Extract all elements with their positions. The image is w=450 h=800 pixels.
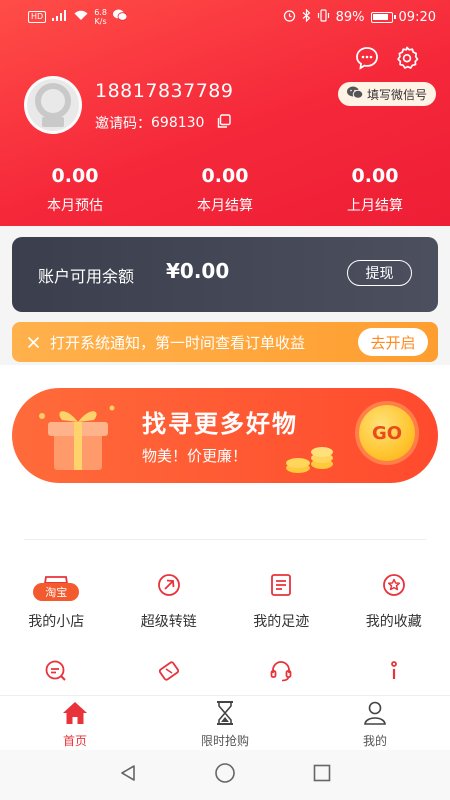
clock-time: 09:20	[398, 9, 436, 25]
invite-code-row: 邀请码： 698130	[95, 113, 232, 133]
info-icon	[374, 651, 414, 691]
fill-wechat-button[interactable]: 填写微信号	[338, 82, 436, 106]
invite-label: 邀请码：	[95, 116, 151, 132]
bluetooth-icon	[302, 8, 311, 26]
notice-text: 打开系统通知，第一时间查看订单收益	[50, 333, 306, 352]
favorite-star-icon	[374, 565, 414, 605]
bottom-tab-bar: 首页 限时抢购 我的	[0, 695, 450, 750]
banner-subtitle: 物美！价更廉！	[142, 447, 248, 465]
shop-icon: 淘宝	[33, 565, 80, 605]
signal-icon	[52, 9, 68, 25]
coins-icon	[284, 440, 344, 480]
battery-icon	[370, 11, 396, 23]
home-circle-icon[interactable]	[214, 762, 236, 788]
app-screen: HD 6.8 K/s 89% 09:20 填写微信号 18817837789 邀…	[0, 0, 450, 800]
grid-item-customer-service[interactable]	[225, 651, 338, 691]
stat-value: 0.00	[201, 165, 249, 187]
invite-code: 698130	[151, 115, 205, 131]
go-button[interactable]: GO	[359, 405, 415, 461]
wifi-icon	[74, 10, 88, 25]
recents-square-icon[interactable]	[312, 763, 332, 787]
divider	[24, 539, 426, 540]
grid-label: 超级转链	[140, 614, 197, 630]
grid-label: 我的小店	[28, 614, 85, 630]
system-nav-bar	[0, 750, 450, 800]
notification-banner: 打开系统通知，第一时间查看订单收益 去开启	[12, 322, 438, 362]
grid-item-info[interactable]	[338, 651, 450, 691]
grid-item-my-shop[interactable]: 淘宝 我的小店	[0, 565, 113, 631]
feature-grid-row-2	[0, 651, 450, 691]
hd-badge: HD	[28, 11, 47, 23]
grid-item-footprint[interactable]: 我的足迹	[225, 565, 338, 631]
coupon-tag-icon	[149, 651, 189, 691]
grid-label: 我的收藏	[365, 614, 422, 630]
stat-last-month-settled[interactable]: 0.00 上月结算	[300, 165, 450, 215]
stat-label: 上月结算	[347, 198, 403, 214]
tab-flash-sale[interactable]: 限时抢购	[150, 696, 300, 750]
close-icon[interactable]	[24, 333, 42, 351]
user-phone: 18817837789	[95, 80, 234, 102]
balance-label: 账户可用余额	[38, 267, 135, 286]
promo-banner[interactable]: 找寻更多好物 物美！价更廉！ GO	[12, 388, 438, 483]
message-icon[interactable]	[352, 43, 382, 73]
grid-item-super-link[interactable]: 超级转链	[113, 565, 226, 631]
link-convert-icon	[149, 565, 189, 605]
balance-value: ¥0.00	[166, 259, 230, 283]
stat-label: 本月预估	[47, 198, 103, 214]
tab-mine[interactable]: 我的	[300, 696, 450, 750]
balance-card: 账户可用余额 ¥0.00 提现	[12, 237, 438, 312]
banner-title: 找寻更多好物	[142, 410, 298, 438]
copy-icon[interactable]	[216, 113, 232, 133]
main-content: 找寻更多好物 物美！价更廉！ GO 淘宝 我的小店 超级转链 我的足迹 我的收藏	[0, 365, 450, 695]
gift-box-icon	[32, 396, 122, 480]
status-bar: HD 6.8 K/s 89% 09:20	[0, 0, 450, 34]
vibrate-icon	[317, 8, 330, 26]
hourglass-icon	[213, 700, 237, 730]
profile-header: HD 6.8 K/s 89% 09:20 填写微信号 18817837789 邀…	[0, 0, 450, 226]
net-speed: 6.8 K/s	[94, 8, 107, 26]
alarm-icon	[283, 9, 296, 26]
chat-search-icon	[36, 651, 76, 691]
earnings-stats: 0.00 本月预估 0.00 本月结算 0.00 上月结算	[0, 165, 450, 215]
tab-label: 限时抢购	[200, 734, 249, 748]
grid-item-chat-search[interactable]	[0, 651, 113, 691]
avatar[interactable]	[24, 76, 82, 134]
wechat-notify-icon	[112, 9, 128, 25]
stat-this-month-estimate[interactable]: 0.00 本月预估	[0, 165, 150, 215]
grid-item-favorites[interactable]: 我的收藏	[338, 565, 450, 631]
stat-label: 本月结算	[197, 198, 253, 214]
tab-label: 我的	[362, 734, 387, 748]
feature-grid-row-1: 淘宝 我的小店 超级转链 我的足迹 我的收藏	[0, 565, 450, 631]
grid-label: 我的足迹	[253, 614, 310, 630]
stat-value: 0.00	[51, 165, 99, 187]
stat-value: 0.00	[351, 165, 399, 187]
user-icon	[363, 700, 387, 730]
footprint-icon	[261, 565, 301, 605]
home-icon	[61, 700, 89, 730]
fill-wechat-label: 填写微信号	[366, 87, 427, 102]
battery-percent: 89%	[335, 9, 365, 25]
back-icon[interactable]	[118, 763, 138, 787]
enable-notification-button[interactable]: 去开启	[358, 328, 428, 356]
settings-gear-icon[interactable]	[392, 43, 422, 73]
taobao-tag: 淘宝	[33, 583, 80, 601]
stat-this-month-settled[interactable]: 0.00 本月结算	[150, 165, 300, 215]
headset-icon	[261, 651, 301, 691]
withdraw-button[interactable]: 提现	[347, 260, 412, 286]
wechat-icon	[346, 86, 364, 102]
grid-item-coupon[interactable]	[113, 651, 226, 691]
tab-home[interactable]: 首页	[0, 696, 150, 750]
tab-label: 首页	[62, 734, 87, 748]
